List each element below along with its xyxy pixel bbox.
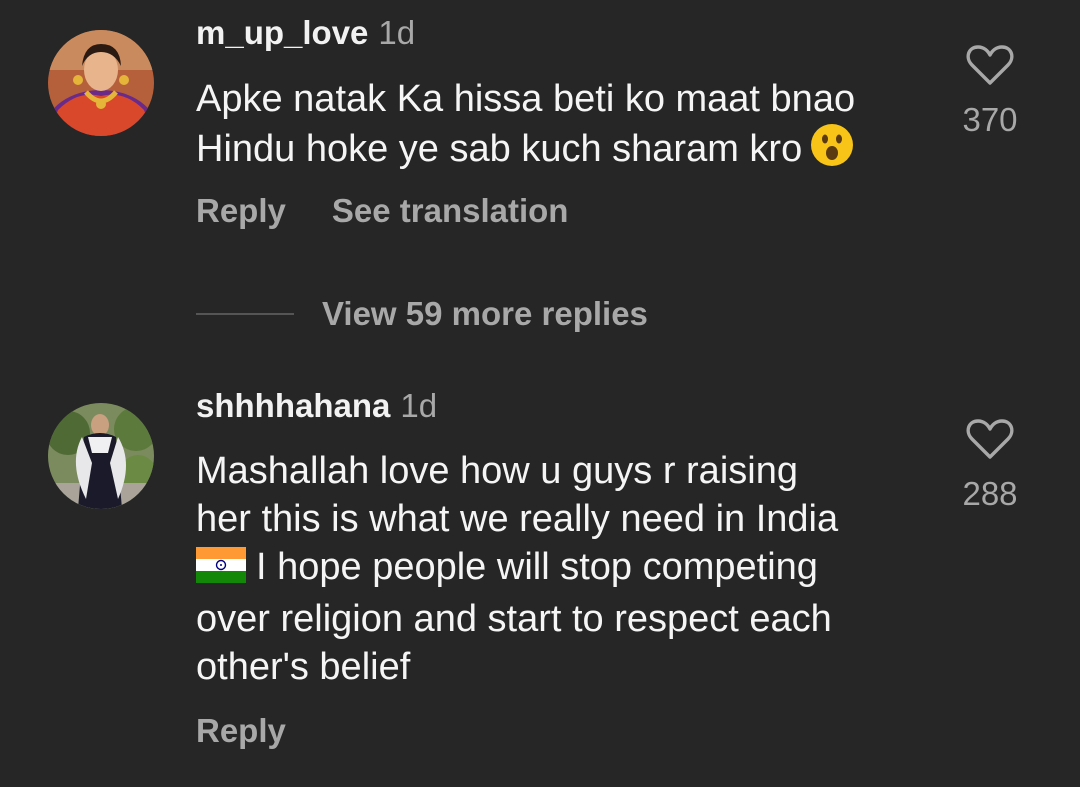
avatar[interactable] — [48, 403, 154, 509]
comment-text-line: Mashallah love how u guys r raising — [196, 450, 798, 492]
like-count: 370 — [962, 101, 1018, 138]
timestamp: 1d — [400, 387, 438, 424]
comment-text: Mashallah love how u guys r raising her … — [196, 447, 926, 691]
like-count: 288 — [962, 475, 1018, 512]
avatar[interactable] — [48, 30, 154, 136]
like-control: 288 — [950, 418, 1030, 512]
comment-text-line: other's belief — [196, 646, 411, 688]
comment-text: Apke natak Ka hissa beti ko maat bnao Hi… — [196, 75, 926, 179]
reply-button[interactable]: Reply — [196, 192, 286, 229]
comment-text-line: over religion and start to respect each — [196, 598, 832, 640]
comment-text-line-content: Hindu hoke ye sab kuch sharam kro — [196, 128, 803, 170]
timestamp: 1d — [378, 14, 416, 51]
comment-header: m_up_love 1d — [196, 14, 415, 52]
comment-text-line: Apke natak Ka hissa beti ko maat bnao — [196, 78, 856, 120]
hushed-face-emoji-icon — [810, 123, 854, 179]
comment-text-line: Hindu hoke ye sab kuch sharam kro — [196, 123, 926, 179]
like-control: 370 — [950, 44, 1030, 138]
comment-text-line: I hope people will stop competing — [196, 543, 926, 595]
view-more-replies-button[interactable]: View 59 more replies — [196, 294, 648, 334]
india-flag-emoji-icon — [196, 547, 246, 595]
username[interactable]: m_up_love — [196, 14, 368, 51]
heart-outline-icon[interactable] — [950, 418, 1030, 460]
comment-header: shhhhahana 1d — [196, 387, 437, 425]
heart-outline-icon[interactable] — [950, 44, 1030, 86]
divider-line — [196, 313, 294, 315]
comment-text-line: her this is what we really need in India — [196, 498, 839, 540]
see-translation-button[interactable]: See translation — [332, 192, 569, 229]
comment-actions: Reply — [196, 712, 286, 750]
comment-text-line-content: I hope people will stop competing — [256, 546, 818, 588]
comment-actions: Reply See translation — [196, 192, 568, 230]
reply-button[interactable]: Reply — [196, 712, 286, 749]
username[interactable]: shhhhahana — [196, 387, 390, 424]
view-more-replies-label: View 59 more replies — [322, 295, 648, 332]
